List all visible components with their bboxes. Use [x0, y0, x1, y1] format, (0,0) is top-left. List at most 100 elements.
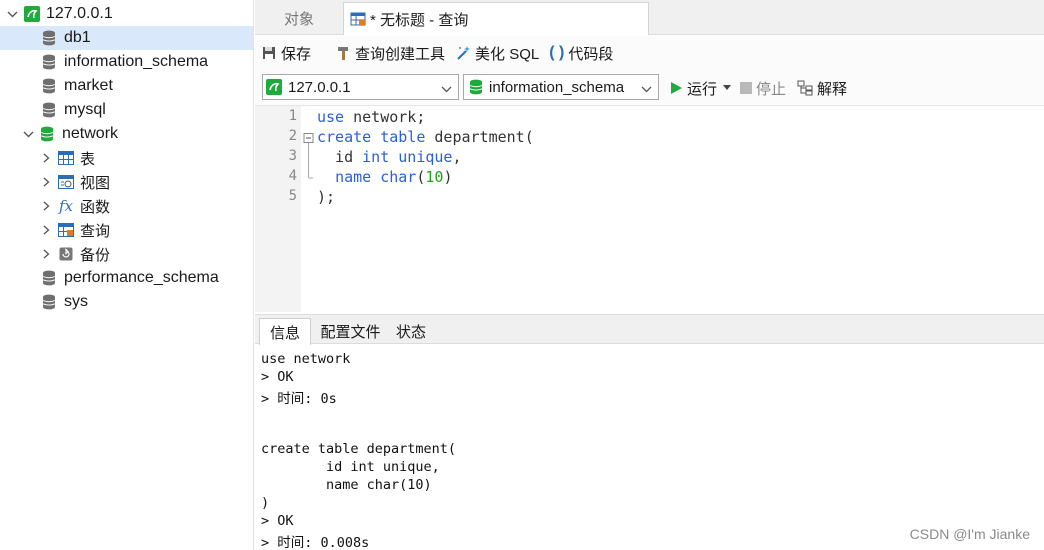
sql-keyword: name [335, 168, 372, 186]
stop-button[interactable]: 停止 [740, 75, 786, 101]
tab-query-label: * 无标题 - 查询 [370, 11, 469, 29]
code-snippet-button[interactable]: ( ) 代码段 [549, 40, 613, 66]
run-button[interactable]: 运行 [669, 75, 732, 101]
result-tab[interactable]: 配置文件 [315, 318, 386, 345]
database-icon [42, 102, 56, 118]
database-icon [42, 294, 56, 310]
database-label: sys [64, 293, 88, 310]
play-icon [669, 81, 683, 95]
chevron-down-icon [441, 82, 452, 99]
sql-keyword: use [317, 108, 345, 126]
run-toolbar: 127.0.0.1 information_schema 运行 停止 解释 [255, 70, 1044, 106]
chevron-right-icon[interactable] [40, 200, 52, 212]
output-line: ) [261, 495, 270, 511]
output-line: create table department( [261, 441, 457, 457]
tree-db-market[interactable]: market [0, 74, 253, 98]
main-panel: 对象 * 无标题 - 查询 保存 查询创建工具 美化 SQL ( ) 代码段 1… [255, 0, 1044, 550]
stop-icon [740, 82, 752, 94]
result-tab[interactable]: 信息 [259, 318, 311, 345]
database-icon [42, 78, 56, 94]
query-builder-button[interactable]: 查询创建工具 [335, 40, 445, 66]
fold-marker[interactable] [303, 133, 315, 193]
sql-editor[interactable]: 1 2 3 4 5 use network; create table departmen… [255, 106, 1044, 312]
sql-text: ) [443, 168, 453, 186]
beautify-sql-label: 美化 SQL [475, 45, 540, 63]
hammer-icon [335, 45, 351, 61]
database-label: performance_schema [64, 269, 219, 286]
explain-icon [797, 80, 813, 96]
code-line: ); [317, 188, 335, 206]
line-number: 3 [288, 148, 297, 164]
sql-text: id [317, 148, 363, 166]
save-button[interactable]: 保存 [261, 40, 311, 66]
database-label: db1 [64, 29, 91, 46]
tree-db-performance-schema[interactable]: performance_schema [0, 266, 253, 290]
database-select[interactable]: information_schema [463, 74, 659, 100]
message-output: use network > OK > 时间: 0s create table depa… [255, 345, 1044, 550]
tree-network-node[interactable]: 视图 [0, 170, 253, 194]
database-label: mysql [64, 101, 106, 118]
tree-db-sys[interactable]: sys [0, 290, 253, 314]
line-number: 2 [288, 128, 297, 144]
run-dropdown-icon[interactable] [723, 85, 732, 91]
save-icon [261, 45, 277, 61]
tab-query[interactable]: * 无标题 - 查询 [343, 2, 649, 35]
database-label: network [62, 125, 119, 142]
chevron-down-icon[interactable] [22, 128, 34, 140]
tree-db-information-schema[interactable]: information_schema [0, 50, 253, 74]
result-tab-label: 状态 [395, 324, 426, 341]
tab-objects[interactable]: 对象 [255, 2, 343, 35]
code-line: create table department( [317, 128, 534, 146]
tree-network-node[interactable]: fx 函数 [0, 194, 253, 218]
chevron-right-icon[interactable] [40, 248, 52, 260]
query-table-icon [350, 11, 366, 27]
tree-network-node[interactable]: 备份 [0, 242, 253, 266]
result-tab-label: 信息 [269, 324, 300, 342]
stop-label: 停止 [756, 80, 787, 98]
database-select-value: information_schema [489, 78, 625, 96]
output-line: id int unique, [261, 459, 440, 475]
database-icon [42, 30, 56, 46]
beautify-sql-button[interactable]: 美化 SQL [455, 40, 539, 66]
view-icon [58, 175, 74, 189]
chevron-right-icon[interactable] [40, 176, 52, 188]
sql-text: , [452, 148, 462, 166]
output-line: > 时间: 0.008s [261, 535, 370, 550]
database-icon [40, 126, 54, 142]
line-number: 4 [288, 168, 297, 184]
tree-db-db1[interactable]: db1 [0, 26, 253, 50]
chevron-down-icon [641, 82, 652, 99]
editor-toolbar: 保存 查询创建工具 美化 SQL ( ) 代码段 [255, 36, 1044, 70]
connection-select[interactable]: 127.0.0.1 [262, 74, 459, 100]
sql-keyword: create [317, 128, 372, 146]
code-line: name char(10) [317, 168, 452, 186]
explain-button[interactable]: 解释 [797, 75, 847, 101]
watermark: CSDN @I'm Jianke [909, 526, 1030, 542]
sql-keyword: int [362, 148, 390, 166]
database-icon [42, 270, 56, 286]
line-number: 5 [288, 188, 297, 204]
code-snippet-label: 代码段 [568, 45, 614, 63]
chevron-down-icon[interactable] [6, 8, 18, 20]
result-tab[interactable]: 状态 [388, 318, 434, 345]
tree-db-network[interactable]: network [0, 122, 253, 146]
chevron-right-icon[interactable] [40, 152, 52, 164]
connection-label: 127.0.0.1 [46, 5, 113, 22]
tree-node-label: 视图 [80, 174, 111, 192]
tree-network-node[interactable]: 表 [0, 146, 253, 170]
tree-connection[interactable]: 127.0.0.1 [0, 2, 253, 26]
line-number: 1 [288, 108, 297, 124]
database-label: market [64, 77, 113, 94]
connection-icon [24, 6, 40, 22]
connection-icon [266, 79, 282, 95]
tree-network-node[interactable]: 查询 [0, 218, 253, 242]
tree-node-label: 函数 [80, 198, 111, 216]
tree-db-mysql[interactable]: mysql [0, 98, 253, 122]
output-line: > OK [261, 513, 294, 529]
result-tab-label: 配置文件 [320, 324, 381, 341]
line-number-gutter: 1 2 3 4 5 [255, 106, 301, 312]
chevron-right-icon[interactable] [40, 224, 52, 236]
run-label: 运行 [687, 80, 718, 98]
